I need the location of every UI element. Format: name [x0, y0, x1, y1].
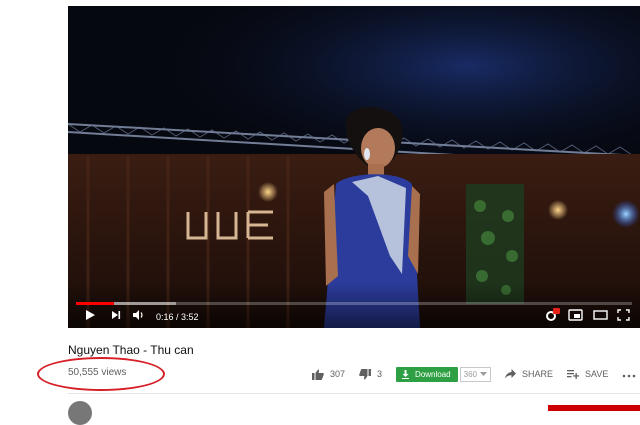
video-title: Nguyen Thao - Thu can — [68, 343, 194, 357]
annotation-circle — [37, 357, 165, 391]
like-count: 307 — [330, 369, 346, 379]
chevron-down-icon — [479, 371, 487, 376]
progress-bar[interactable] — [76, 302, 632, 305]
more-horizontal-icon — [623, 374, 636, 378]
subscribe-button[interactable] — [548, 405, 640, 411]
thumbs-down-icon — [359, 368, 372, 379]
fullscreen-icon — [617, 309, 630, 321]
time-display: 0:16 / 3:52 — [156, 312, 199, 322]
share-icon — [504, 369, 516, 379]
action-bar: 307 3 Download 360 SHARE SAVE — [312, 364, 636, 384]
video-player[interactable]: 0:16 / 3:52 — [68, 6, 640, 328]
save-label: SAVE — [585, 369, 609, 379]
autoplay-button[interactable] — [544, 306, 560, 324]
download-button[interactable]: Download — [396, 366, 458, 382]
volume-icon — [133, 310, 143, 320]
annotation-settings-icon — [546, 308, 560, 321]
divider — [68, 393, 640, 394]
quality-select[interactable]: 360 — [459, 366, 491, 382]
subtitles-icon — [568, 309, 583, 321]
download-label: Download — [415, 369, 451, 379]
theater-mode-button[interactable] — [593, 306, 608, 324]
dislike-button[interactable]: 3 — [359, 368, 383, 380]
next-button[interactable] — [110, 306, 122, 324]
time-current: 0:16 — [156, 312, 174, 322]
volume-button[interactable] — [132, 306, 145, 324]
download-icon — [402, 369, 410, 379]
like-button[interactable]: 307 — [312, 369, 345, 380]
play-button[interactable] — [84, 306, 96, 324]
subtitles-button[interactable] — [568, 306, 583, 324]
share-button[interactable]: SHARE — [504, 369, 553, 379]
time-separator: / — [173, 312, 182, 322]
theater-mode-icon — [593, 310, 608, 320]
playlist-add-icon — [567, 370, 579, 379]
more-actions-button[interactable] — [622, 367, 636, 381]
dislike-count: 3 — [377, 369, 383, 379]
time-total: 3:52 — [181, 312, 199, 322]
thumbs-up-icon — [312, 369, 324, 380]
play-icon — [86, 310, 95, 320]
channel-avatar[interactable] — [68, 401, 92, 425]
video-frame — [68, 6, 640, 328]
quality-value: 360 — [463, 369, 477, 379]
progress-played — [76, 302, 115, 305]
share-label: SHARE — [521, 369, 553, 379]
save-button[interactable]: SAVE — [567, 369, 608, 379]
skip-next-icon — [112, 311, 121, 319]
fullscreen-button[interactable] — [617, 306, 630, 324]
